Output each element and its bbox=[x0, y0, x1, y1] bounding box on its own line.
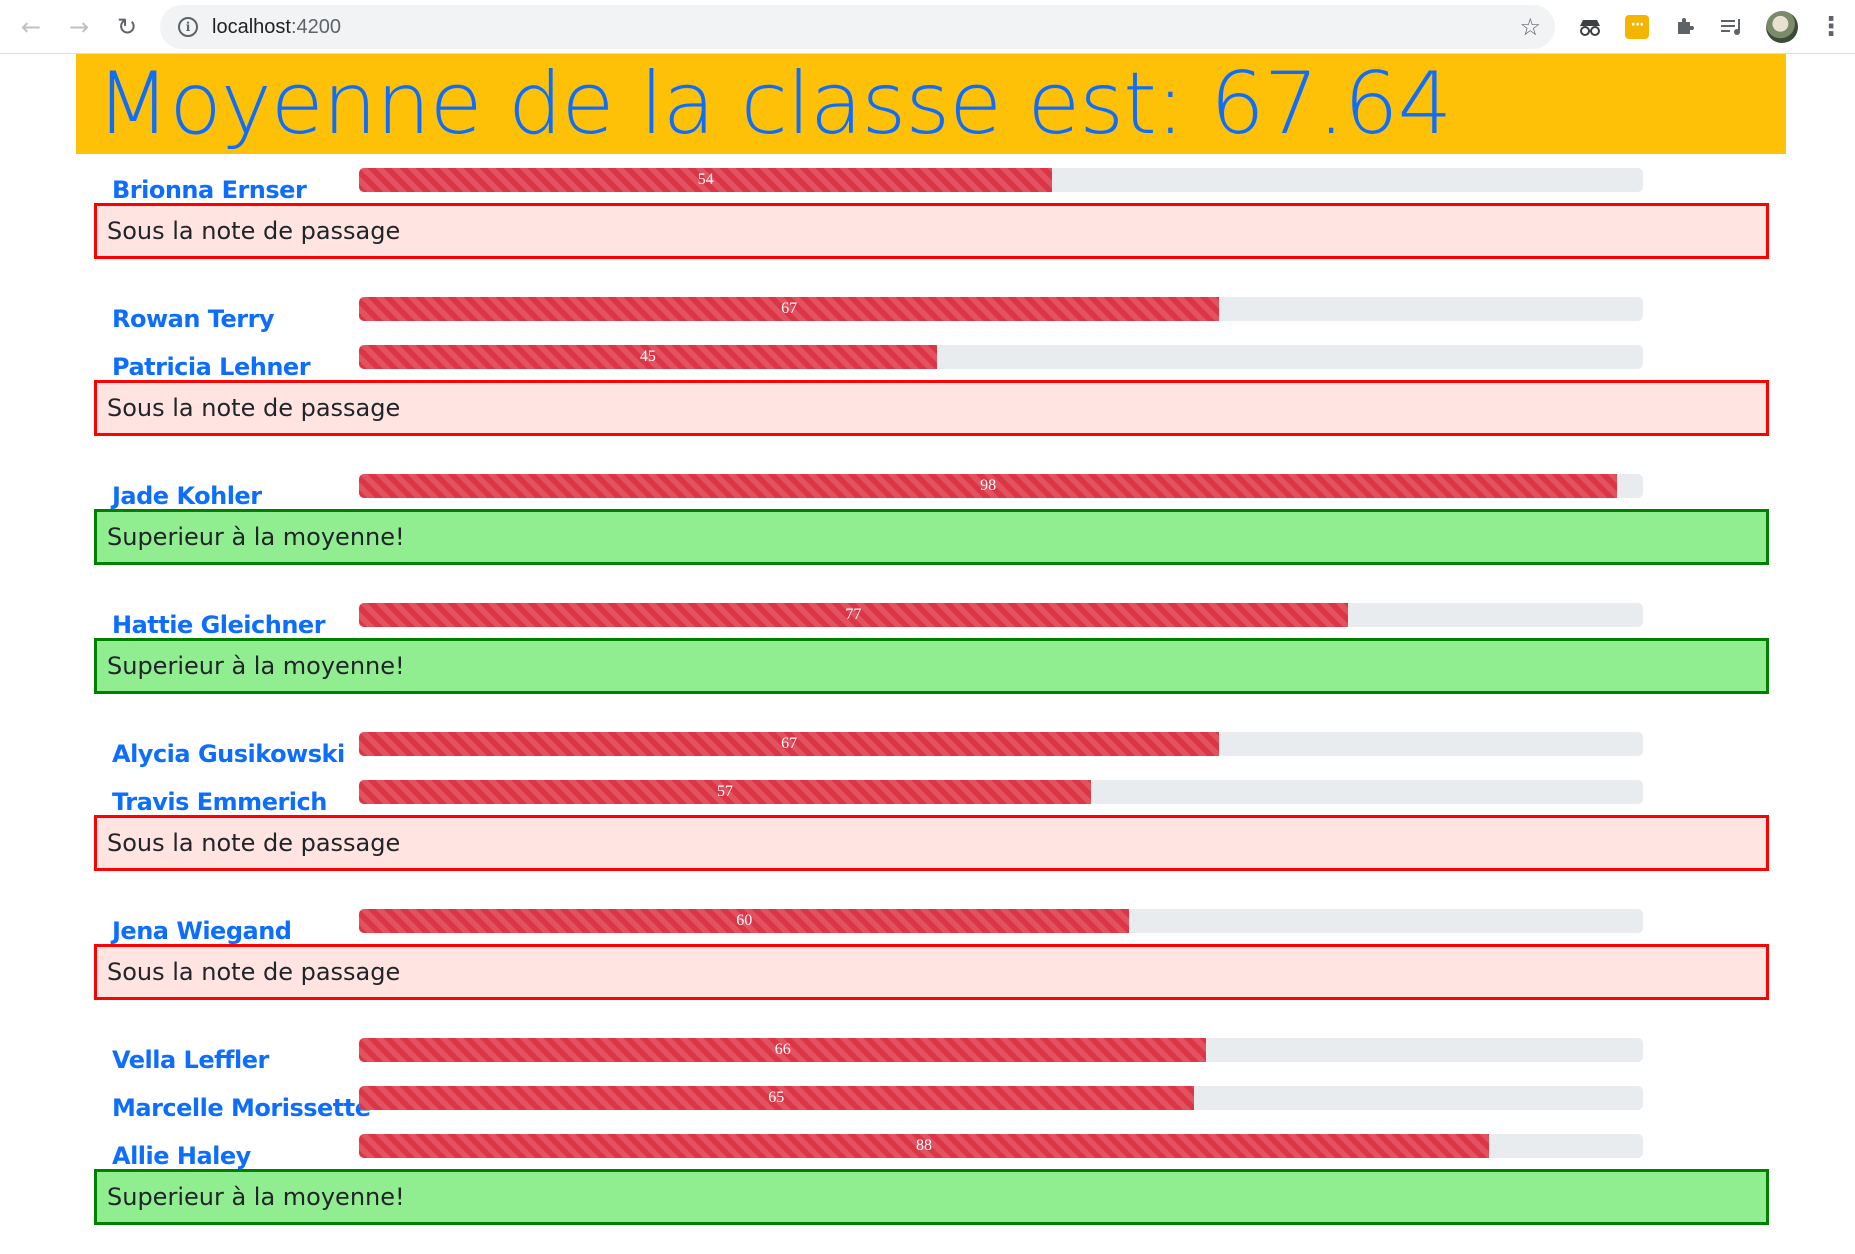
status-text: Superieur à la moyenne! bbox=[107, 523, 405, 551]
student-row: Vella Leffler 66 bbox=[76, 1036, 1786, 1080]
student-name: Travis Emmerich bbox=[112, 788, 327, 816]
status-text: Sous la note de passage bbox=[107, 958, 401, 986]
score-progress-bar: 88 bbox=[359, 1134, 1643, 1158]
student-name: Patricia Lehner bbox=[112, 353, 311, 381]
student-name: Vella Leffler bbox=[112, 1046, 269, 1074]
page-title: Moyenne de la classe est: 67.64 bbox=[96, 54, 1452, 154]
score-progress-bar: 66 bbox=[359, 1038, 1643, 1062]
status-message: Sous la note de passage bbox=[94, 944, 1769, 1000]
student-name: Allie Haley bbox=[112, 1142, 251, 1170]
reload-button[interactable]: ↻ bbox=[108, 8, 146, 46]
info-icon[interactable]: i bbox=[178, 17, 198, 37]
puzzle-icon[interactable] bbox=[1668, 10, 1702, 44]
score-progress-bar: 54 bbox=[359, 168, 1643, 192]
student-row: Marcelle Morissette 65 bbox=[76, 1084, 1786, 1128]
status-message: Sous la note de passage bbox=[94, 380, 1769, 436]
score-label: 57 bbox=[716, 783, 733, 800]
score-label: 45 bbox=[639, 348, 656, 365]
puzzle-graphic bbox=[1678, 18, 1694, 34]
student-name: Brionna Ernser bbox=[112, 176, 307, 204]
status-text: Superieur à la moyenne! bbox=[107, 1183, 405, 1211]
status-text: Sous la note de passage bbox=[107, 829, 401, 857]
status-message: Superieur à la moyenne! bbox=[94, 638, 1769, 694]
address-bar[interactable]: i localhost:4200 ☆ bbox=[160, 5, 1555, 49]
vertical-dots-icon[interactable]: ⋮ bbox=[1818, 10, 1844, 44]
status-text: Sous la note de passage bbox=[107, 394, 401, 422]
browser-toolbar: ← → ↻ i localhost:4200 ☆ ··· ⋮ bbox=[0, 0, 1855, 54]
score-progress-bar: 45 bbox=[359, 345, 1643, 369]
incognito-extension-icon[interactable] bbox=[1573, 10, 1607, 44]
status-text: Superieur à la moyenne! bbox=[107, 652, 405, 680]
forward-button[interactable]: → bbox=[60, 8, 98, 46]
score-progress-bar: 98 bbox=[359, 474, 1643, 498]
status-message: Superieur à la moyenne! bbox=[94, 1169, 1769, 1225]
score-progress-bar: 67 bbox=[359, 297, 1643, 321]
score-progress-bar: 77 bbox=[359, 603, 1643, 627]
reload-icon: ↻ bbox=[116, 13, 138, 41]
status-message: Sous la note de passage bbox=[94, 203, 1769, 259]
class-average-header: Moyenne de la classe est: 67.64 bbox=[76, 54, 1786, 154]
student-name: Jade Kohler bbox=[112, 482, 262, 510]
student-name: Jena Wiegand bbox=[112, 917, 292, 945]
arrow-right-icon: → bbox=[68, 13, 90, 41]
score-label: 98 bbox=[980, 477, 997, 494]
score-label: 66 bbox=[774, 1041, 791, 1058]
score-label: 60 bbox=[736, 912, 753, 929]
score-label: 77 bbox=[845, 606, 862, 623]
student-name: Hattie Gleichner bbox=[112, 611, 326, 639]
score-progress-bar: 60 bbox=[359, 909, 1643, 933]
media-queue-icon[interactable] bbox=[1715, 10, 1749, 44]
score-progress-bar: 67 bbox=[359, 732, 1643, 756]
score-progress-bar: 65 bbox=[359, 1086, 1643, 1110]
score-label: 54 bbox=[697, 171, 714, 188]
student-name: Alycia Gusikowski bbox=[112, 740, 345, 768]
student-name: Rowan Terry bbox=[112, 305, 275, 333]
profile-avatar[interactable] bbox=[1766, 11, 1798, 43]
score-label: 67 bbox=[781, 735, 798, 752]
ellipsis-extension-icon[interactable]: ··· bbox=[1625, 15, 1649, 39]
student-row: Rowan Terry 67 bbox=[76, 295, 1786, 339]
status-text: Sous la note de passage bbox=[107, 217, 401, 245]
back-button[interactable]: ← bbox=[12, 8, 50, 46]
student-name: Marcelle Morissette bbox=[112, 1094, 371, 1122]
status-message: Superieur à la moyenne! bbox=[94, 509, 1769, 565]
score-label: 65 bbox=[768, 1089, 785, 1106]
arrow-left-icon: ← bbox=[20, 13, 42, 41]
status-message: Sous la note de passage bbox=[94, 815, 1769, 871]
media-queue-graphic bbox=[1721, 19, 1740, 35]
incognito-extension-graphic bbox=[1580, 20, 1600, 36]
star-icon[interactable]: ☆ bbox=[1519, 13, 1541, 41]
score-label: 88 bbox=[915, 1137, 932, 1154]
score-progress-bar: 57 bbox=[359, 780, 1643, 804]
student-row: Alycia Gusikowski 67 bbox=[76, 730, 1786, 774]
score-label: 67 bbox=[781, 300, 798, 317]
url-text: localhost:4200 bbox=[212, 16, 341, 38]
